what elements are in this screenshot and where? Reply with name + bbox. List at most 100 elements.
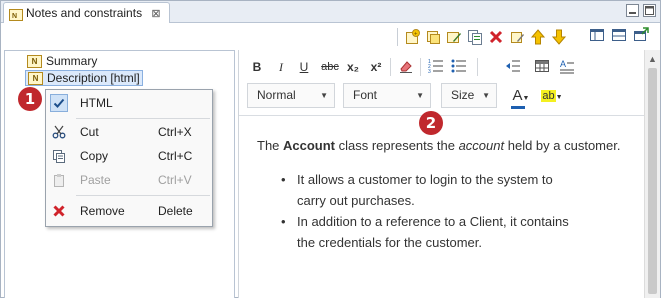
scissors-icon — [50, 123, 68, 141]
svg-text:A: A — [560, 59, 566, 69]
table-icon[interactable] — [533, 58, 551, 76]
style-dropdown-value: Normal — [257, 88, 296, 102]
menu-separator — [76, 195, 210, 196]
layout-vertical-icon[interactable] — [610, 26, 628, 44]
check-icon — [50, 94, 68, 112]
chevron-down-icon: ▼ — [522, 95, 530, 102]
bold-button[interactable]: B — [250, 58, 264, 76]
style-dropdown[interactable]: Normal ▼ — [247, 83, 335, 108]
bullet-icon: • — [281, 214, 286, 229]
bullet-line: It allows a customer to login to the sys… — [297, 172, 553, 187]
maximize-icon[interactable] — [643, 4, 656, 17]
chevron-down-icon: ▼ — [482, 91, 490, 100]
description-paragraph: The Account class represents the account… — [257, 138, 620, 153]
svg-text:3: 3 — [428, 69, 431, 74]
menu-item-label: Remove — [80, 204, 125, 218]
layout-export-icon[interactable] — [632, 26, 650, 44]
tree-item-label: Summary — [46, 54, 98, 68]
menu-item-shortcut: Ctrl+C — [158, 149, 193, 163]
tree-item-label: Description [html] — [47, 71, 140, 85]
notes-window: N Notes and constraints ⊠ + N Summary N … — [0, 0, 661, 298]
text-color-button[interactable]: A▼ — [509, 87, 533, 109]
chevron-down-icon: ▼ — [320, 91, 328, 100]
minimize-icon[interactable] — [626, 4, 639, 17]
text-color-glyph: A — [512, 87, 523, 104]
new-note-icon[interactable]: + — [403, 28, 421, 46]
para-text: class represents the — [335, 138, 459, 153]
tab-close-icon[interactable]: ⊠ — [151, 4, 160, 24]
html-editor: B I U abc x₂ x² 123 A Normal ▼ Font ▼ Si… — [238, 50, 645, 298]
layout-horizontal-icon[interactable] — [588, 26, 606, 44]
move-up-icon[interactable] — [529, 28, 547, 46]
underline-button[interactable]: U — [297, 58, 311, 76]
numbered-list-icon[interactable]: 123 — [427, 58, 445, 76]
menu-item-shortcut: Ctrl+X — [158, 125, 192, 139]
size-dropdown[interactable]: Size ▼ — [441, 83, 497, 108]
rename-icon[interactable] — [508, 28, 526, 46]
layout-toolbar — [588, 26, 650, 44]
highlight-color-button[interactable]: ab▼ — [539, 87, 565, 105]
menu-item-copy[interactable]: Copy Ctrl+C — [46, 145, 212, 167]
note-icon: N — [28, 71, 43, 85]
para-bold-text: Account — [283, 138, 336, 153]
menu-item-paste[interactable]: Paste Ctrl+V — [46, 169, 212, 191]
menu-item-label: HTML — [80, 96, 113, 110]
add-note-icon[interactable] — [424, 28, 442, 46]
para-text: held by a customer. — [504, 138, 621, 153]
editor-toolbar: B I U abc x₂ x² 123 A Normal ▼ Font ▼ Si… — [239, 50, 645, 116]
italic-button[interactable]: I — [274, 58, 288, 76]
menu-item-shortcut: Delete — [158, 204, 193, 218]
bullet-icon: • — [281, 172, 286, 187]
menu-item-label: Paste — [80, 173, 111, 187]
superscript-button[interactable]: x² — [368, 58, 384, 76]
tree-item-summary[interactable]: N Summary — [27, 53, 97, 69]
note-icon: N — [27, 54, 42, 68]
menu-item-shortcut: Ctrl+V — [158, 173, 192, 187]
text-color-swatch — [511, 106, 525, 109]
toolbar-separator — [390, 58, 391, 76]
bullet-list-icon[interactable] — [450, 58, 468, 76]
callout-badge-1: 1 — [18, 87, 42, 111]
bullet-line: carry out purchases. — [297, 193, 415, 208]
context-menu: HTML Cut Ctrl+X Copy Ctrl+C Paste Ctrl+V — [45, 89, 213, 227]
toolbar-separator — [477, 58, 478, 76]
editor-content[interactable]: The Account class represents the account… — [239, 117, 645, 298]
svg-text:+: + — [414, 32, 418, 38]
subscript-button[interactable]: x₂ — [345, 58, 361, 76]
menu-separator — [76, 118, 210, 119]
scroll-up-icon[interactable]: ▲ — [645, 51, 660, 67]
notes-tab-icon: N — [9, 7, 23, 27]
font-format-icon[interactable]: A — [558, 58, 576, 76]
scroll-thumb[interactable] — [648, 68, 657, 294]
menu-item-cut[interactable]: Cut Ctrl+X — [46, 121, 212, 143]
tab-strip: N Notes and constraints ⊠ — [1, 1, 660, 23]
paste-icon — [50, 171, 68, 189]
menu-item-label: Copy — [80, 149, 109, 163]
notes-toolbar: + — [395, 26, 568, 48]
size-dropdown-value: Size — [451, 88, 475, 102]
menu-item-html[interactable]: HTML — [46, 92, 212, 114]
para-text: The — [257, 138, 284, 153]
toolbar-separator — [397, 28, 398, 46]
move-down-icon[interactable] — [550, 28, 568, 46]
font-dropdown-value: Font — [353, 88, 378, 102]
tab-notes-and-constraints[interactable]: N Notes and constraints ⊠ — [3, 2, 170, 23]
chevron-down-icon: ▼ — [416, 91, 424, 100]
chevron-down-icon: ▼ — [555, 94, 563, 101]
delete-icon[interactable] — [487, 28, 505, 46]
bullet-line: In addition to a reference to a Client, … — [297, 214, 569, 229]
strikethrough-button[interactable]: abc — [319, 58, 341, 76]
font-dropdown[interactable]: Font ▼ — [343, 83, 431, 108]
eraser-icon[interactable] — [397, 58, 415, 76]
copy-icon — [50, 147, 68, 165]
toolbar-separator — [420, 58, 421, 76]
copy-note-icon[interactable] — [466, 28, 484, 46]
edit-note-icon[interactable] — [445, 28, 463, 46]
tab-title: Notes and constraints — [26, 6, 143, 20]
outdent-icon[interactable] — [504, 58, 522, 76]
para-italic-text: account — [458, 138, 505, 153]
tree-item-description[interactable]: N Description [html] — [25, 70, 143, 86]
vertical-scrollbar[interactable]: ▲ — [644, 50, 660, 298]
menu-item-remove[interactable]: Remove Delete — [46, 200, 212, 222]
menu-item-label: Cut — [80, 125, 99, 139]
